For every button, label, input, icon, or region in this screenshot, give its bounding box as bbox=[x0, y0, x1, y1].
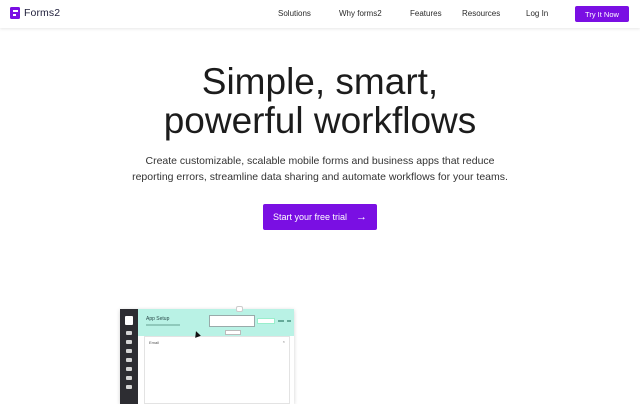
mockup-sidebar-icon bbox=[126, 340, 132, 344]
hero-subtitle: Create customizable, scalable mobile for… bbox=[120, 154, 520, 185]
mockup-sidebar-icon bbox=[126, 349, 132, 353]
try-it-now-button[interactable]: Try It Now bbox=[575, 6, 629, 22]
mockup-sidebar-icon bbox=[126, 358, 132, 362]
start-free-trial-label: Start your free trial bbox=[272, 212, 348, 222]
mockup-chip bbox=[257, 318, 275, 324]
mockup-tooltip bbox=[225, 330, 241, 335]
mockup-close-icon: × bbox=[282, 339, 285, 344]
nav-link-features[interactable]: Features bbox=[410, 9, 442, 18]
forms2-logo-icon bbox=[10, 7, 20, 19]
hero-subtitle-line-2: reporting errors, streamline data sharin… bbox=[132, 170, 508, 183]
mockup-header: App Setup bbox=[138, 309, 294, 336]
mockup-body: Email × bbox=[144, 336, 290, 404]
nav-link-solutions[interactable]: Solutions bbox=[278, 9, 311, 18]
mockup-sidebar-icon bbox=[126, 385, 132, 389]
mockup-subtitle-bar bbox=[146, 324, 180, 326]
hero-title: Simple, smart, powerful workflows bbox=[0, 62, 640, 140]
nav-link-login[interactable]: Log In bbox=[526, 9, 548, 18]
top-navbar: Forms2 Solutions Why forms2 Features Res… bbox=[0, 0, 640, 28]
mockup-link bbox=[287, 320, 291, 322]
nav-link-why-forms2[interactable]: Why forms2 bbox=[339, 9, 382, 18]
mockup-handle-icon bbox=[236, 306, 243, 312]
mockup-input bbox=[209, 315, 255, 327]
mockup-sidebar-icon bbox=[126, 367, 132, 371]
hero-title-line-1: Simple, smart, bbox=[201, 61, 439, 102]
mockup-sidebar-icon bbox=[126, 331, 132, 335]
mockup-link bbox=[278, 320, 284, 322]
hero-subtitle-line-1: Create customizable, scalable mobile for… bbox=[145, 155, 495, 167]
hero-title-line-2: powerful workflows bbox=[163, 100, 477, 141]
brand-name: Forms2 bbox=[24, 7, 61, 19]
mockup-sidebar bbox=[120, 309, 138, 404]
app-preview-mockup: App Setup Email × bbox=[120, 309, 294, 404]
mockup-row-label: Email bbox=[149, 340, 160, 345]
brand-logo[interactable]: Forms2 bbox=[10, 7, 60, 19]
mockup-logo-icon bbox=[125, 316, 133, 325]
nav-link-resources[interactable]: Resources bbox=[462, 9, 500, 18]
mockup-title: App Setup bbox=[146, 316, 170, 322]
start-free-trial-button[interactable]: Start your free trial → bbox=[263, 204, 377, 230]
arrow-right-icon: → bbox=[356, 210, 368, 223]
mockup-sidebar-icon bbox=[126, 376, 132, 380]
